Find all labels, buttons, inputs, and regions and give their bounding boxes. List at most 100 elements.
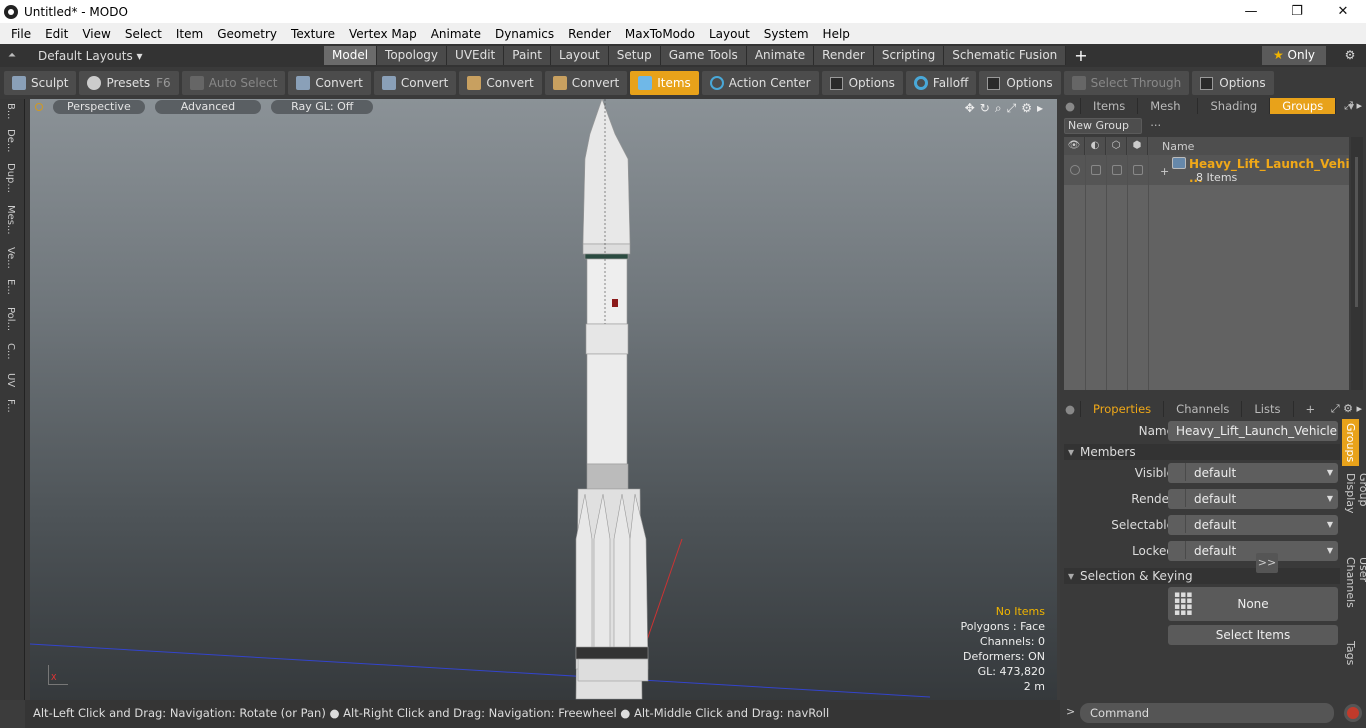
tab-uvedit[interactable]: UVEdit — [447, 46, 505, 65]
lock-icon[interactable]: ⬡ — [1106, 137, 1127, 155]
members-section[interactable]: Members — [1064, 444, 1340, 460]
tab-paint[interactable]: Paint — [504, 46, 551, 65]
collapse-arrow-icon[interactable]: ⏶ — [0, 50, 24, 61]
left-tab-polygon[interactable]: Pol... — [5, 307, 16, 331]
visibility-eye-icon[interactable]: 👁 — [1064, 137, 1085, 155]
vtab-group-display[interactable]: Group Display — [1344, 469, 1366, 518]
only-toggle[interactable]: ★ Only — [1262, 46, 1326, 65]
visible-dropdown[interactable]: default — [1168, 463, 1338, 483]
left-tab-deform[interactable]: De... — [5, 129, 16, 152]
row-select-icon[interactable] — [1133, 165, 1143, 175]
render-dropdown[interactable]: default — [1168, 489, 1338, 509]
menu-system[interactable]: System — [757, 27, 816, 41]
left-tab-curve[interactable]: C... — [5, 343, 16, 360]
menu-vertex-map[interactable]: Vertex Map — [342, 27, 424, 41]
action-center-button[interactable]: Action Center — [701, 71, 819, 95]
menu-animate[interactable]: Animate — [424, 27, 488, 41]
falloff-options-button[interactable]: Options — [979, 71, 1061, 95]
rotate-icon[interactable]: ↻ — [980, 101, 990, 116]
left-tab-uv[interactable]: UV — [5, 373, 16, 387]
row-eye-icon[interactable] — [1070, 165, 1080, 175]
menu-select[interactable]: Select — [118, 27, 169, 41]
locked-dropdown[interactable]: default — [1168, 541, 1338, 561]
convert-materials-button[interactable]: Convert — [544, 71, 628, 95]
name-field[interactable]: Heavy_Lift_Launch_Vehicle (10) — [1168, 421, 1338, 458]
auto-select-button[interactable]: Auto Select — [181, 71, 286, 95]
selectable-dropdown[interactable]: default — [1168, 515, 1338, 535]
left-tab-fusion[interactable]: F... — [5, 399, 16, 413]
presets-button[interactable]: Presets F6 — [79, 71, 179, 95]
raygl-button[interactable]: Ray GL: Off — [271, 100, 374, 114]
tab-setup[interactable]: Setup — [608, 46, 661, 65]
tab-properties[interactable]: Properties — [1081, 401, 1165, 417]
render-icon[interactable]: ◐ — [1085, 137, 1106, 155]
menu-maxtomodo[interactable]: MaxToModo — [618, 27, 702, 41]
add-tab-button[interactable]: + — [1294, 401, 1328, 417]
tab-animate[interactable]: Animate — [746, 46, 815, 65]
left-tab-basic[interactable]: B... — [5, 103, 16, 119]
menu-view[interactable]: View — [75, 27, 117, 41]
vtab-user-channels[interactable]: User Channels — [1344, 553, 1366, 612]
left-tab-duplicate[interactable]: Dup... — [5, 163, 16, 193]
none-button[interactable]: ▪▪▪ ▪▪▪ ▪▪▪ ▪▪▪ None — [1168, 587, 1338, 621]
panel-expand-icon[interactable]: ⤢ ⚙ ▸ — [1331, 402, 1362, 416]
tab-items[interactable]: Items — [1081, 98, 1139, 114]
expand-arrow-icon[interactable]: ▸ — [1037, 101, 1043, 116]
action-center-options-button[interactable]: Options — [821, 71, 903, 95]
panel-menu-icon[interactable]: ● — [1060, 401, 1082, 417]
tab-shading[interactable]: Shading — [1198, 98, 1271, 114]
viewport-settings-icon[interactable]: ⚙ — [1021, 101, 1032, 116]
menu-edit[interactable]: Edit — [38, 27, 75, 41]
tab-schematic-fusion[interactable]: Schematic Fusion — [944, 46, 1067, 65]
3d-viewport[interactable]: Perspective Advanced Ray GL: Off ✥ ↻ ⌕ ⤢… — [30, 99, 1057, 700]
row-render-icon[interactable] — [1091, 165, 1101, 175]
panel-menu-icon[interactable]: ● — [1060, 98, 1082, 114]
tab-render[interactable]: Render — [814, 46, 874, 65]
advanced-button[interactable]: Advanced — [154, 100, 262, 114]
tab-game-tools[interactable]: Game Tools — [660, 46, 747, 65]
forward-button[interactable]: >> — [1256, 553, 1278, 573]
groups-scrollbar[interactable] — [1351, 137, 1363, 390]
falloff-button[interactable]: Falloff — [905, 71, 977, 95]
vtab-tags[interactable]: Tags — [1344, 637, 1357, 669]
tab-model[interactable]: Model — [324, 46, 378, 65]
gear-icon[interactable]: ⚙ — [1340, 46, 1360, 65]
add-tab-button[interactable]: + — [1066, 46, 1095, 65]
tab-groups[interactable]: Groups — [1270, 98, 1337, 114]
tab-layout[interactable]: Layout — [550, 46, 609, 65]
convert-edges-button[interactable]: Convert — [373, 71, 457, 95]
record-icon[interactable] — [1344, 704, 1362, 722]
convert-vertices-button[interactable]: Convert — [288, 71, 371, 95]
zoom-icon[interactable]: ⌕ — [995, 101, 1002, 116]
selection-keying-section[interactable]: Selection & Keying — [1064, 568, 1340, 584]
select-icon[interactable]: ⬢ — [1127, 137, 1148, 155]
left-tab-edge[interactable]: E... — [5, 279, 16, 295]
perspective-button[interactable]: Perspective — [53, 100, 145, 114]
command-input[interactable]: Command — [1080, 703, 1334, 723]
new-group-button[interactable]: New Group — [1064, 118, 1142, 134]
menu-item[interactable]: Item — [169, 27, 210, 41]
fit-icon[interactable]: ⤢ — [1007, 101, 1017, 116]
tab-scripting[interactable]: Scripting — [873, 46, 945, 65]
convert-polygons-button[interactable]: Convert — [459, 71, 542, 95]
menu-geometry[interactable]: Geometry — [210, 27, 284, 41]
menu-file[interactable]: File — [4, 27, 38, 41]
menu-render[interactable]: Render — [561, 27, 618, 41]
tab-topology[interactable]: Topology — [377, 46, 448, 65]
select-items-button[interactable]: Select Items — [1168, 625, 1338, 645]
pan-icon[interactable]: ✥ — [965, 101, 975, 116]
menu-help[interactable]: Help — [816, 27, 857, 41]
close-button[interactable]: ✕ — [1320, 0, 1366, 23]
select-through-button[interactable]: Select Through — [1063, 71, 1190, 95]
menu-texture[interactable]: Texture — [284, 27, 342, 41]
menu-layout[interactable]: Layout — [702, 27, 757, 41]
minimize-button[interactable]: — — [1228, 0, 1274, 23]
left-tab-vertex[interactable]: Ve... — [5, 247, 16, 269]
name-column-header[interactable]: Name — [1148, 140, 1194, 153]
left-tab-mesh-edit[interactable]: Mes... — [5, 205, 16, 235]
panel-expand-icon[interactable]: ⤢ ▸ — [1344, 99, 1362, 113]
viewport-options-icon[interactable] — [35, 103, 43, 111]
restore-button[interactable]: ❐ — [1274, 0, 1320, 23]
tab-lists[interactable]: Lists — [1242, 401, 1294, 417]
menu-dynamics[interactable]: Dynamics — [488, 27, 561, 41]
